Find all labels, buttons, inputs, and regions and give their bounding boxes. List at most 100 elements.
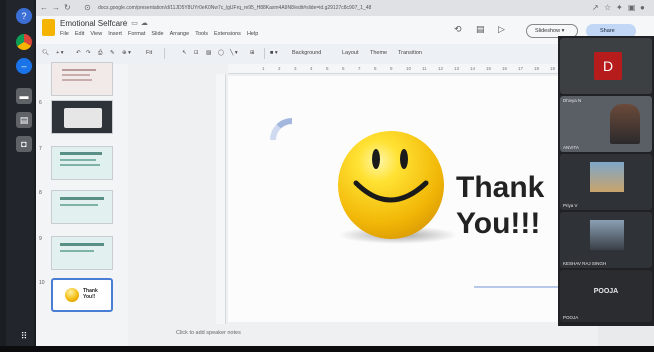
- slide-thumbnail[interactable]: [51, 146, 113, 180]
- participant-tile[interactable]: KESHAV RAJ SINGH: [560, 212, 652, 268]
- participant-tile[interactable]: D: [560, 38, 652, 94]
- help-icon[interactable]: ?: [16, 8, 32, 24]
- zoom-select[interactable]: Fit: [146, 50, 152, 56]
- slide-number: 6: [39, 100, 42, 106]
- slides-logo-icon[interactable]: [42, 19, 55, 36]
- slide-title[interactable]: Thank You!!!: [456, 170, 544, 242]
- slide-number: 7: [39, 146, 42, 152]
- self-label: POOJA: [563, 315, 579, 320]
- slide-editor: 1 2 3 4 5 6 7 8 9 10 11 12 13 14 15 16 1…: [128, 64, 598, 346]
- history-icon[interactable]: ⟲: [454, 24, 462, 35]
- menu-edit[interactable]: Edit: [75, 31, 84, 37]
- reload-icon[interactable]: ↻: [64, 3, 71, 12]
- forward-icon[interactable]: →: [52, 3, 60, 12]
- launcher-icon[interactable]: ⠿: [16, 328, 32, 344]
- speaker-notes[interactable]: Click to add speaker notes: [176, 330, 241, 336]
- participant-tile[interactable]: Dhivya N ANVITA: [560, 96, 652, 152]
- files-icon[interactable]: ▬: [16, 88, 32, 104]
- textbox-icon[interactable]: ⊡: [194, 50, 199, 56]
- cloud-status-icon[interactable]: ☁: [141, 20, 151, 27]
- slide-thumbnail-selected[interactable]: Thank You!!: [51, 278, 113, 312]
- menu-tools[interactable]: Tools: [195, 31, 208, 37]
- ruler-mark: 14: [470, 66, 476, 71]
- paint-format-icon[interactable]: ✎: [110, 50, 115, 56]
- participant-name-center: POOJA: [593, 288, 619, 295]
- tab-icon[interactable]: ▣: [628, 3, 636, 12]
- select-icon[interactable]: ↖: [182, 50, 187, 56]
- avatar: D: [594, 52, 622, 80]
- meet-icon[interactable]: –: [16, 58, 32, 74]
- print-icon[interactable]: ⎙: [98, 50, 102, 57]
- address-bar[interactable]: docs.google.com/presentation/d/11JD5Y8UY…: [98, 5, 371, 11]
- share-page-icon[interactable]: ↗: [592, 3, 599, 12]
- participant-photo: [590, 220, 624, 250]
- theme-button[interactable]: Theme: [370, 50, 387, 56]
- menu-bar: File Edit View Insert Format Slide Arran…: [60, 31, 258, 37]
- slide-thumbnail[interactable]: [51, 236, 113, 270]
- comment-add-icon[interactable]: ⊞: [250, 50, 255, 56]
- participant-name: KESHAV RAJ SINGH: [563, 261, 607, 266]
- ruler-mark: 10: [406, 66, 412, 71]
- line-icon[interactable]: ╲ ▾: [230, 50, 238, 56]
- background-button[interactable]: Background: [292, 50, 321, 56]
- shape-icon[interactable]: ◯: [218, 50, 224, 56]
- ruler-mark: 16: [502, 66, 508, 71]
- browser-toolbar: ← → ↻ ⊙ docs.google.com/presentation/d/1…: [36, 0, 654, 16]
- star-icon[interactable]: ☆: [122, 20, 131, 27]
- new-slide-icon[interactable]: + ▾: [56, 50, 64, 56]
- redo-icon[interactable]: ↷: [86, 50, 91, 56]
- slide-thumbnail[interactable]: [51, 100, 113, 134]
- thumbnail-smiley: [65, 288, 79, 302]
- os-dock: ? – ▬ ▤ ◘ ⠿: [6, 0, 34, 352]
- title-actions: ☆▭☁: [122, 19, 151, 27]
- layout-button[interactable]: Layout: [342, 50, 359, 56]
- vertical-ruler: [216, 74, 226, 324]
- search-menus-icon[interactable]: 🔍︎: [42, 50, 49, 56]
- docs-icon[interactable]: ▤: [16, 112, 32, 128]
- toolbar-divider: [164, 48, 165, 59]
- move-folder-icon[interactable]: ▭: [131, 20, 141, 27]
- ruler-mark: 12: [438, 66, 444, 71]
- participant-tile[interactable]: POOJA POOJA: [560, 270, 652, 322]
- menu-arrange[interactable]: Arrange: [170, 31, 190, 37]
- slide-thumbnail[interactable]: [51, 190, 113, 224]
- slide-number: 8: [39, 190, 42, 196]
- ruler-mark: 4: [310, 66, 313, 71]
- document-title[interactable]: Emotional Selfcare: [60, 19, 127, 28]
- ruler-mark: 15: [486, 66, 492, 71]
- ruler-mark: 3: [294, 66, 297, 71]
- menu-file[interactable]: File: [60, 31, 69, 37]
- image-icon[interactable]: ▨: [206, 50, 211, 56]
- comments-icon[interactable]: ▤: [476, 24, 485, 35]
- site-info-icon[interactable]: ⊙: [84, 3, 91, 12]
- ruler-mark: 9: [390, 66, 393, 71]
- you-text: You!!!: [456, 207, 541, 240]
- menu-view[interactable]: View: [90, 31, 102, 37]
- profile-icon[interactable]: ●: [640, 3, 645, 12]
- chrome-icon[interactable]: [16, 34, 32, 50]
- menu-extensions[interactable]: Extensions: [214, 31, 241, 37]
- bookmark-icon[interactable]: ☆: [604, 3, 611, 12]
- camera-icon[interactable]: ◘: [16, 136, 32, 152]
- menu-insert[interactable]: Insert: [108, 31, 122, 37]
- menu-slide[interactable]: Slide: [151, 31, 163, 37]
- undo-icon[interactable]: ↶: [76, 50, 81, 56]
- slide-number: 9: [39, 236, 42, 242]
- present-meet-icon[interactable]: ▷: [498, 24, 505, 35]
- slide-thumbnail[interactable]: [51, 62, 113, 96]
- extensions-icon[interactable]: ✦: [616, 3, 623, 12]
- slide-canvas[interactable]: Thank You!!!: [228, 76, 598, 322]
- participant-tile[interactable]: Priya V: [560, 154, 652, 210]
- ruler-mark: 8: [374, 66, 377, 71]
- back-icon[interactable]: ←: [40, 3, 48, 12]
- thank-text: Thank: [456, 171, 545, 204]
- ruler-mark: 11: [422, 66, 427, 71]
- zoom-icon[interactable]: ⊕ ▾: [122, 50, 131, 56]
- transition-button[interactable]: Transition: [398, 50, 422, 56]
- participant-name: Dhivya N: [563, 98, 582, 103]
- participant-name: Priya V: [563, 203, 578, 208]
- menu-help[interactable]: Help: [247, 31, 258, 37]
- smiley-face-image[interactable]: [338, 131, 444, 239]
- fill-color-icon[interactable]: ■ ▾: [270, 50, 278, 56]
- menu-format[interactable]: Format: [128, 31, 145, 37]
